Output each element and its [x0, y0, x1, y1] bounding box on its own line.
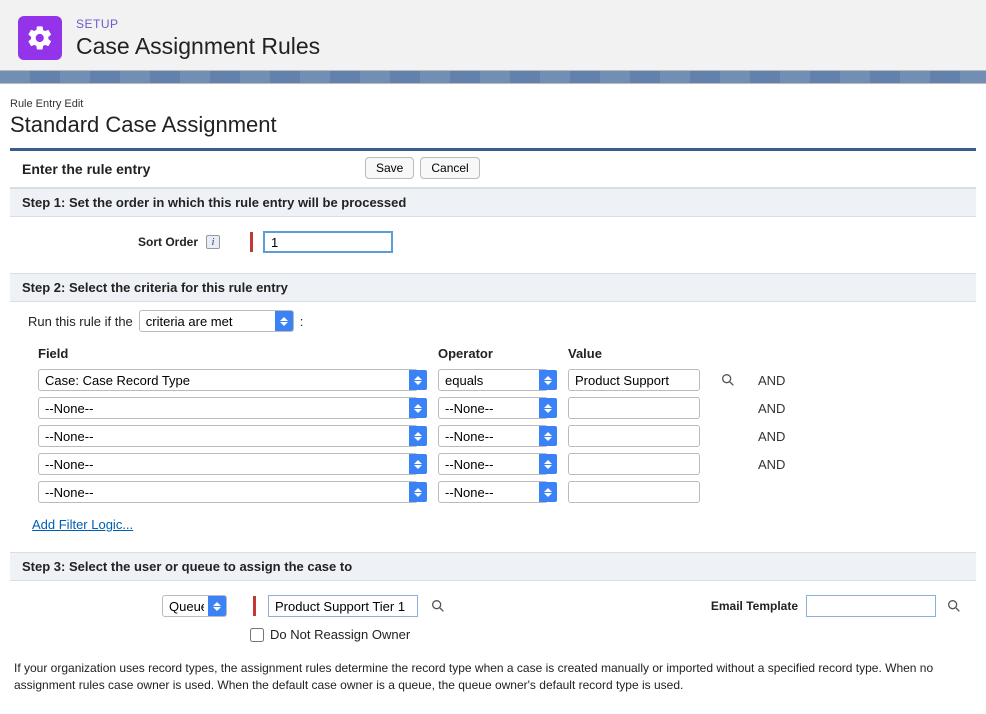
col-field: Field	[38, 346, 428, 363]
save-button[interactable]: Save	[365, 157, 414, 179]
criteria-value-0[interactable]	[568, 369, 700, 391]
assignee-name-input[interactable]	[268, 595, 418, 617]
criteria-field-1[interactable]: --None--	[38, 397, 418, 419]
sort-order-label: Sort Order	[28, 235, 198, 249]
criteria-operator-2[interactable]: --None--	[438, 425, 548, 447]
lookup-icon[interactable]	[944, 596, 964, 616]
required-indicator	[253, 596, 256, 616]
col-operator: Operator	[438, 346, 558, 363]
sort-order-input[interactable]	[263, 231, 393, 253]
criteria-operator-1[interactable]: --None--	[438, 397, 548, 419]
and-1: AND	[758, 401, 808, 416]
cancel-button[interactable]: Cancel	[420, 157, 479, 179]
criteria-operator-0[interactable]: equals	[438, 369, 548, 391]
run-rule-prefix: Run this rule if the	[28, 314, 133, 329]
email-template-input[interactable]	[806, 595, 936, 617]
lookup-icon[interactable]	[428, 596, 448, 616]
do-not-reassign-label: Do Not Reassign Owner	[270, 627, 410, 642]
gear-icon	[26, 24, 54, 52]
info-icon[interactable]: i	[206, 235, 220, 249]
criteria-field-4[interactable]: --None--	[38, 481, 418, 503]
setup-eyebrow: SETUP	[76, 17, 320, 31]
setup-header: SETUP Case Assignment Rules	[0, 0, 986, 70]
and-0: AND	[758, 373, 808, 388]
enter-rule-title: Enter the rule entry	[22, 161, 150, 177]
run-condition-select[interactable]: criteria are met	[139, 310, 294, 332]
criteria-field-0[interactable]: Case: Case Record Type	[38, 369, 418, 391]
and-3: AND	[758, 457, 808, 472]
step1-header: Step 1: Set the order in which this rule…	[10, 188, 976, 217]
step2-header: Step 2: Select the criteria for this rul…	[10, 273, 976, 302]
do-not-reassign-checkbox[interactable]	[250, 628, 264, 642]
breadcrumb: Rule Entry Edit	[10, 98, 976, 110]
col-value: Value	[568, 346, 708, 363]
gear-icon-tile	[18, 16, 62, 60]
page-title-header: Case Assignment Rules	[76, 33, 320, 60]
required-indicator	[250, 232, 253, 252]
criteria-value-1[interactable]	[568, 397, 700, 419]
decorative-band	[0, 70, 986, 84]
footnote-text: If your organization uses record types, …	[14, 660, 972, 694]
lookup-icon[interactable]	[718, 370, 738, 390]
criteria-operator-4[interactable]: --None--	[438, 481, 548, 503]
criteria-field-3[interactable]: --None--	[38, 453, 418, 475]
criteria-value-2[interactable]	[568, 425, 700, 447]
email-template-label: Email Template	[711, 599, 798, 613]
criteria-field-2[interactable]: --None--	[38, 425, 418, 447]
step3-header: Step 3: Select the user or queue to assi…	[10, 552, 976, 581]
and-2: AND	[758, 429, 808, 444]
add-filter-logic-link[interactable]: Add Filter Logic...	[32, 517, 133, 532]
assignee-type-select[interactable]: Queue	[162, 595, 227, 617]
enter-rule-header: Enter the rule entry Save Cancel	[10, 151, 976, 188]
criteria-value-3[interactable]	[568, 453, 700, 475]
colon: :	[300, 314, 304, 329]
page-subtitle: Standard Case Assignment	[10, 112, 976, 138]
criteria-operator-3[interactable]: --None--	[438, 453, 548, 475]
criteria-value-4[interactable]	[568, 481, 700, 503]
